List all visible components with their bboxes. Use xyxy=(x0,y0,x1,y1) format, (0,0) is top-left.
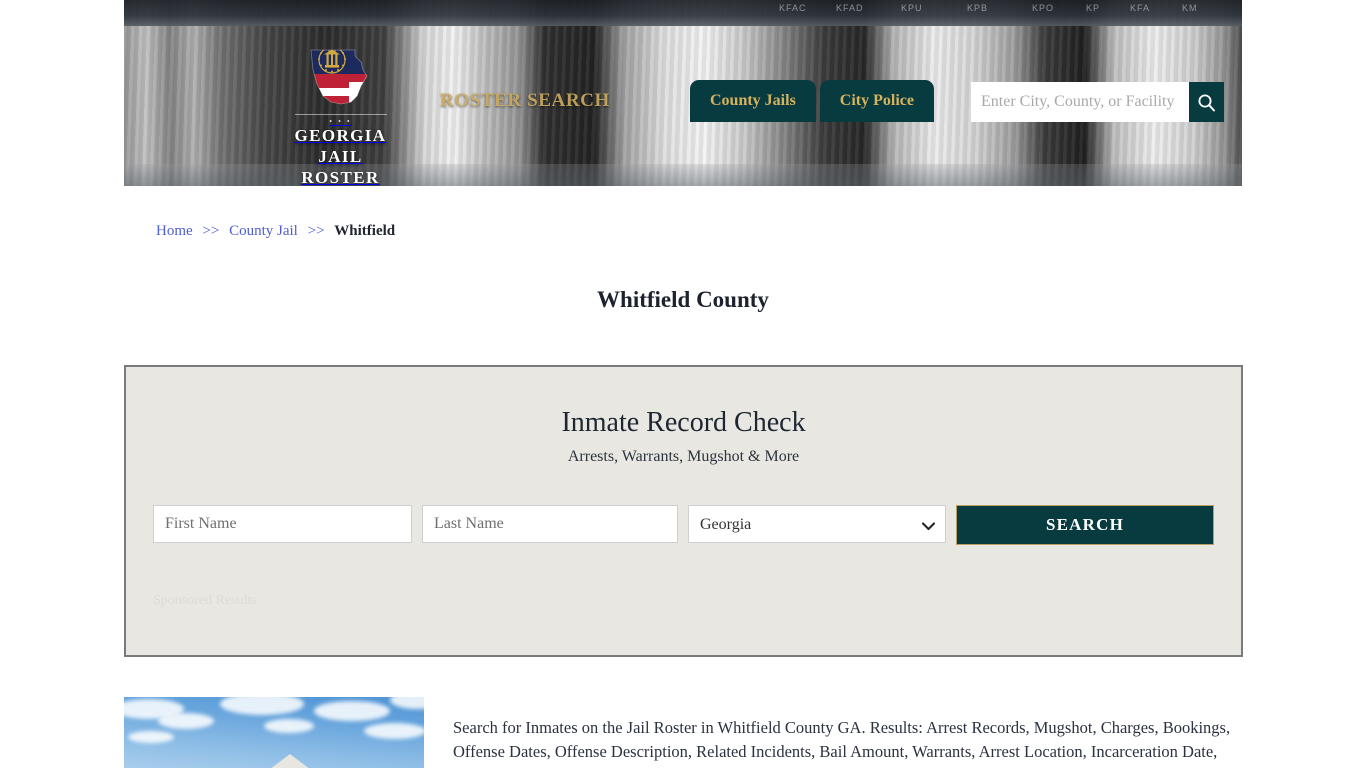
header-search-input[interactable] xyxy=(971,82,1189,122)
inmate-record-check-panel: Inmate Record Check Arrests, Warrants, M… xyxy=(124,365,1243,657)
logo-line-1: GEORGIA xyxy=(294,126,387,145)
shelf-label: KFAD xyxy=(836,3,864,13)
breadcrumb-separator: >> xyxy=(307,223,325,239)
site-tagline: ROSTER SEARCH xyxy=(440,90,610,111)
shelf-label: KPO xyxy=(1032,3,1055,13)
header-search xyxy=(971,82,1224,122)
cloud-shape xyxy=(264,719,314,733)
shelf-label: KP xyxy=(1086,3,1101,13)
shelf-label: KFAC xyxy=(779,3,807,13)
cloud-shape xyxy=(158,713,214,729)
state-select[interactable]: GeorgiaAlabamaFloridaSouth CarolinaTenne… xyxy=(688,505,946,543)
panel-title: Inmate Record Check xyxy=(561,407,806,438)
shelf-label: KFA xyxy=(1130,3,1151,13)
state-select-wrapper: GeorgiaAlabamaFloridaSouth CarolinaTenne… xyxy=(688,505,946,543)
logo-line-2: JAIL ROSTER xyxy=(301,147,380,186)
site-logo[interactable]: • • • GEORGIA JAIL ROSTER xyxy=(278,40,403,186)
building-roof xyxy=(232,754,348,768)
panel-subtitle: Arrests, Warrants, Mugshot & More xyxy=(567,448,800,465)
cloud-shape xyxy=(364,723,424,739)
first-name-input[interactable] xyxy=(153,505,412,543)
page-root: KFAC KFAD KPU KPB KPO KP KFA KM • • • GE… xyxy=(0,0,1366,768)
shelf-label: KPB xyxy=(967,3,989,13)
georgia-state-flag-icon xyxy=(305,40,377,112)
shelf-label: KM xyxy=(1182,3,1198,13)
nav-item-county-jails[interactable]: County Jails xyxy=(690,80,816,122)
last-name-input[interactable] xyxy=(422,505,678,543)
shelf-top-bar xyxy=(124,0,1242,26)
record-search-button[interactable]: SEARCH xyxy=(956,505,1214,545)
cloud-shape xyxy=(128,731,174,743)
cloud-shape xyxy=(314,701,390,721)
breadcrumb: Home >> County Jail >> Whitfield xyxy=(156,221,395,241)
search-icon xyxy=(1198,94,1215,111)
page-description: Search for Inmates on the Jail Roster in… xyxy=(453,717,1231,768)
page-title: Whitfield County xyxy=(597,287,769,313)
sponsored-results-label: Sponsored Results xyxy=(153,593,257,608)
breadcrumb-item-home[interactable]: Home xyxy=(156,223,193,239)
primary-nav: County Jails City Police xyxy=(690,80,934,122)
logo-divider xyxy=(294,114,387,115)
header-search-button[interactable] xyxy=(1189,82,1224,122)
record-search-form: GeorgiaAlabamaFloridaSouth CarolinaTenne… xyxy=(153,505,1214,545)
breadcrumb-separator: >> xyxy=(202,223,220,239)
shelf-label: KPU xyxy=(901,3,923,13)
nav-item-city-police[interactable]: City Police xyxy=(819,80,934,122)
breadcrumb-item-county-jail[interactable]: County Jail xyxy=(229,223,298,239)
county-jail-building-photo xyxy=(124,697,424,768)
breadcrumb-item-current: Whitfield xyxy=(334,223,396,239)
